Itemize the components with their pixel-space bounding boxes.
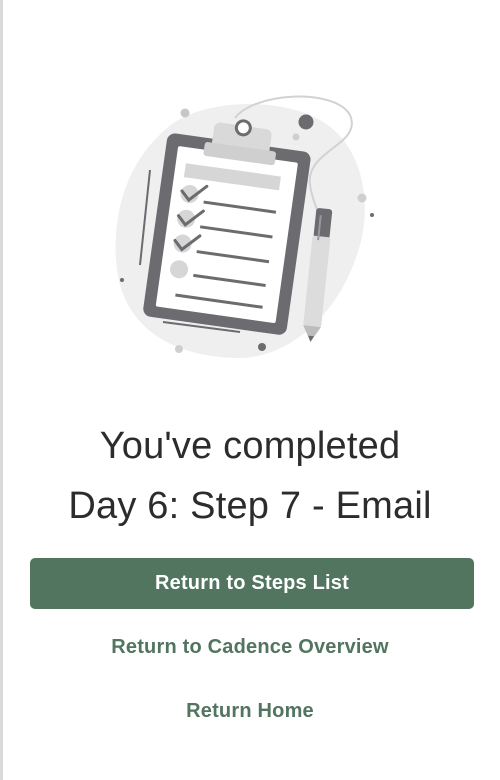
return-to-cadence-overview-link[interactable]: Return to Cadence Overview: [0, 636, 500, 659]
completed-step-name: Day 6: Step 7 - Email: [68, 485, 432, 527]
completion-title: You've completed: [99, 425, 401, 467]
left-border: [0, 0, 3, 780]
return-home-link[interactable]: Return Home: [0, 700, 500, 723]
return-to-steps-list-button[interactable]: Return to Steps List: [30, 558, 474, 609]
return-to-steps-list-label: Return to Steps List: [154, 572, 349, 594]
completion-screen: You've completed Day 6: Step 7 - Email R…: [0, 0, 500, 780]
clipboard-checklist-icon: [115, 95, 374, 359]
